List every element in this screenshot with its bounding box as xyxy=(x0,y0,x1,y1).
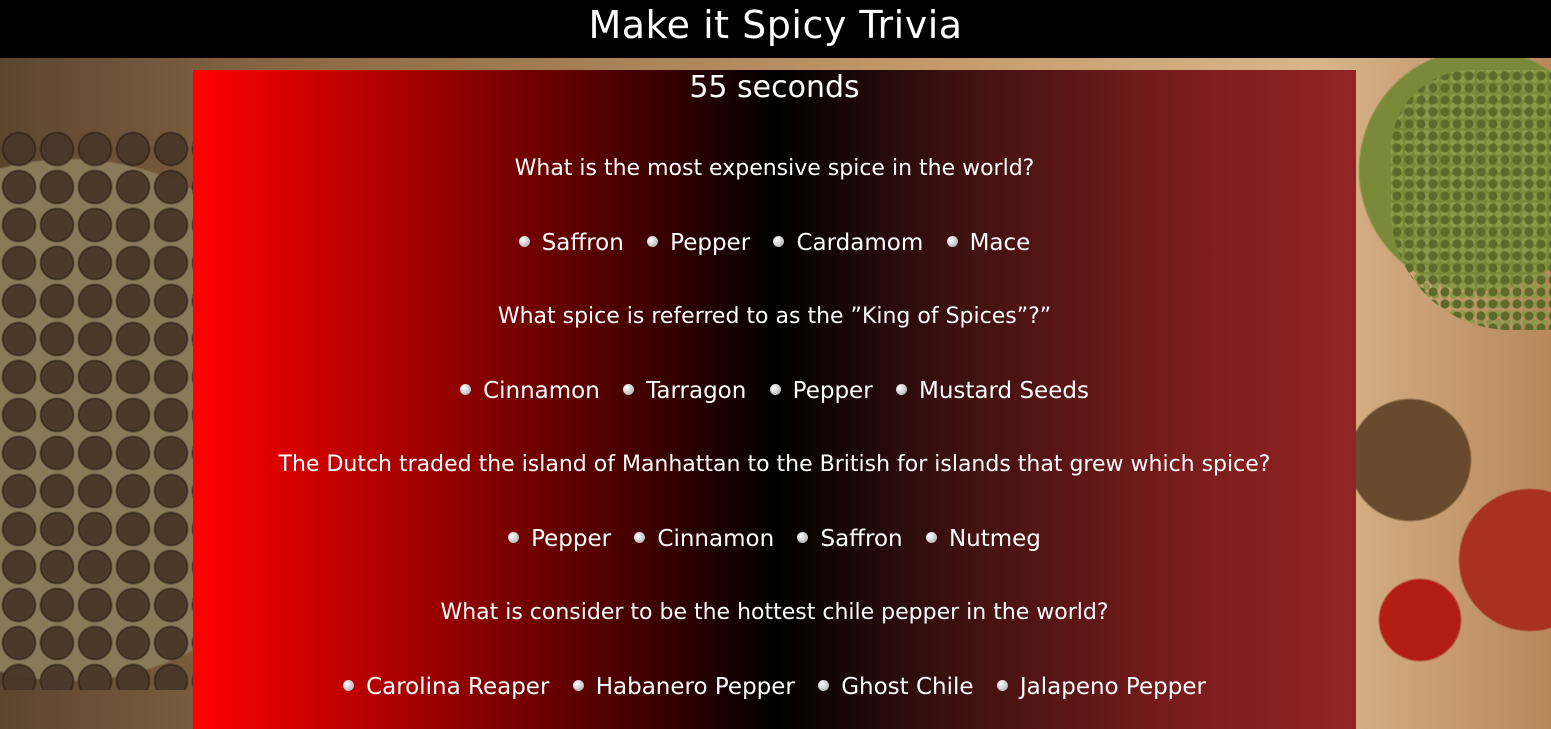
answer-option[interactable]: Saffron xyxy=(797,524,903,554)
answer-option-label: Ghost Chile xyxy=(841,674,974,700)
answer-option-label: Cardamom xyxy=(796,230,924,256)
radio-bullet-icon[interactable] xyxy=(518,236,530,247)
radio-bullet-icon[interactable] xyxy=(946,236,958,247)
question-1-options: Saffron Pepper Cardamom Mace xyxy=(193,228,1356,258)
answer-option[interactable]: Mustard Seeds xyxy=(895,376,1089,406)
radio-bullet-icon[interactable] xyxy=(572,680,584,691)
question-3-options: Pepper Cinnamon Saffron Nutmeg xyxy=(193,524,1356,554)
answer-option-label: Jalapeno Pepper xyxy=(1019,674,1206,700)
question-2-options: Cinnamon Tarragon Pepper Mustard Seeds xyxy=(193,376,1356,406)
page-title: Make it Spicy Trivia xyxy=(588,3,963,47)
radio-bullet-icon[interactable] xyxy=(996,680,1008,691)
answer-option-label: Saffron xyxy=(820,526,903,552)
question-1-text: What is the most expensive spice in the … xyxy=(514,156,1035,181)
radio-bullet-icon[interactable] xyxy=(460,384,472,395)
question-4-options: Carolina Reaper Habanero Pepper Ghost Ch… xyxy=(193,672,1356,702)
answer-option[interactable]: Habanero Pepper xyxy=(572,672,795,702)
answer-option[interactable]: Carolina Reaper xyxy=(343,672,549,702)
radio-bullet-icon[interactable] xyxy=(769,384,781,395)
answer-option-label: Mace xyxy=(969,230,1031,256)
answer-option[interactable]: Cinnamon xyxy=(634,524,774,554)
answer-option[interactable]: Saffron xyxy=(518,228,624,258)
answer-option[interactable]: Pepper xyxy=(647,228,750,258)
answer-option-label: Tarragon xyxy=(646,378,747,404)
page-header: Make it Spicy Trivia xyxy=(0,0,1551,58)
answer-option-label: Mustard Seeds xyxy=(918,378,1089,404)
question-3-text: The Dutch traded the island of Manhattan… xyxy=(278,452,1271,477)
answer-option[interactable]: Tarragon xyxy=(623,376,746,406)
radio-bullet-icon[interactable] xyxy=(797,532,809,543)
dried-herbs-bowl-image xyxy=(1391,70,1551,330)
allspice-bowl-image xyxy=(0,130,200,690)
answer-option[interactable]: Nutmeg xyxy=(925,524,1041,554)
countdown-timer: 55 seconds xyxy=(689,70,860,105)
answer-option[interactable]: Ghost Chile xyxy=(818,672,974,702)
answer-option[interactable]: Cinnamon xyxy=(460,376,600,406)
radio-bullet-icon[interactable] xyxy=(343,680,355,691)
radio-bullet-icon[interactable] xyxy=(818,680,830,691)
answer-option[interactable]: Pepper xyxy=(508,524,611,554)
answer-option[interactable]: Pepper xyxy=(769,376,873,406)
radio-bullet-icon[interactable] xyxy=(508,532,520,543)
radio-bullet-icon[interactable] xyxy=(623,384,635,395)
radio-bullet-icon[interactable] xyxy=(925,532,937,543)
answer-option-label: Pepper xyxy=(670,230,751,256)
answer-option-label: Nutmeg xyxy=(948,526,1041,552)
answer-option-label: Cinnamon xyxy=(657,526,775,552)
answer-option-label: Saffron xyxy=(541,230,624,256)
question-2-text: What spice is referred to as the ”King o… xyxy=(497,304,1052,329)
answer-option-label: Habanero Pepper xyxy=(595,674,795,700)
radio-bullet-icon[interactable] xyxy=(634,532,646,543)
answer-option[interactable]: Cardamom xyxy=(773,228,923,258)
radio-bullet-icon[interactable] xyxy=(647,236,659,247)
answer-option-label: Carolina Reaper xyxy=(366,674,550,700)
answer-option[interactable]: Jalapeno Pepper xyxy=(996,672,1206,702)
question-4-text: What is consider to be the hottest chile… xyxy=(440,600,1109,625)
radio-bullet-icon[interactable] xyxy=(895,384,907,395)
radio-bullet-icon[interactable] xyxy=(773,236,785,247)
quiz-panel: 55 seconds What is the most expensive sp… xyxy=(193,70,1356,729)
answer-option-label: Cinnamon xyxy=(483,378,600,404)
answer-option-label: Pepper xyxy=(792,378,873,404)
answer-option[interactable]: Mace xyxy=(946,228,1031,258)
answer-option-label: Pepper xyxy=(531,526,612,552)
